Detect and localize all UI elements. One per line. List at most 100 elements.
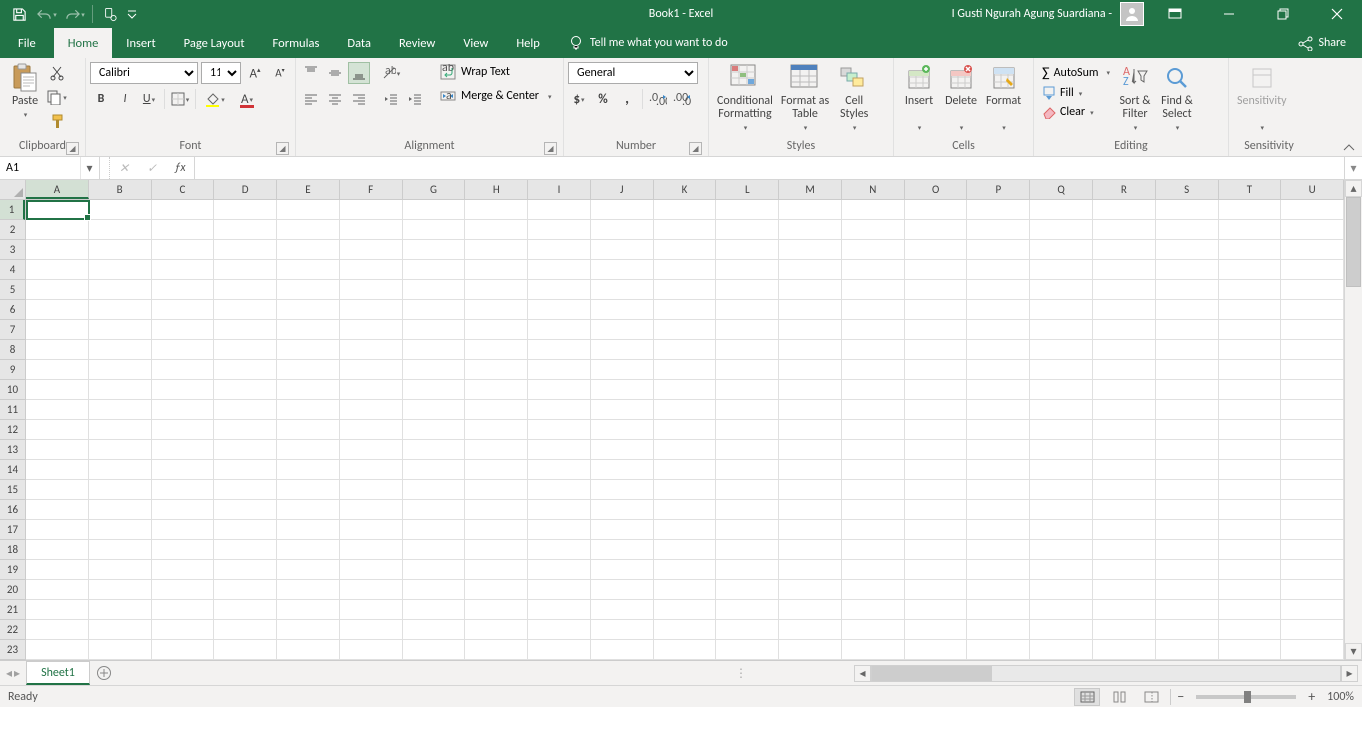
column-header-U[interactable]: U [1281, 180, 1344, 199]
cell-J11[interactable] [591, 400, 654, 420]
cell-T2[interactable] [1219, 220, 1282, 240]
font-name-select[interactable]: Calibri [90, 62, 198, 84]
cell-A4[interactable] [26, 260, 89, 280]
cell-B1[interactable] [89, 200, 152, 220]
cell-L16[interactable] [716, 500, 779, 520]
cell-B8[interactable] [89, 340, 152, 360]
cell-R11[interactable] [1093, 400, 1156, 420]
cell-R3[interactable] [1093, 240, 1156, 260]
clear-button[interactable]: Clear▾ [1038, 103, 1114, 121]
cell-R15[interactable] [1093, 480, 1156, 500]
column-header-G[interactable]: G [403, 180, 466, 199]
cell-Q5[interactable] [1030, 280, 1093, 300]
cell-J14[interactable] [591, 460, 654, 480]
cell-U18[interactable] [1281, 540, 1344, 560]
cell-O4[interactable] [905, 260, 968, 280]
cell-M20[interactable] [779, 580, 842, 600]
cell-F21[interactable] [340, 600, 403, 620]
cell-G10[interactable] [403, 380, 466, 400]
cell-D12[interactable] [214, 420, 277, 440]
align-bottom-button[interactable] [348, 62, 370, 84]
cell-G23[interactable] [403, 640, 466, 660]
cell-H19[interactable] [465, 560, 528, 580]
copy-button[interactable]: ▾ [46, 86, 68, 108]
cell-C3[interactable] [152, 240, 215, 260]
cell-P3[interactable] [967, 240, 1030, 260]
cell-D16[interactable] [214, 500, 277, 520]
cell-B12[interactable] [89, 420, 152, 440]
cell-H1[interactable] [465, 200, 528, 220]
cell-Q16[interactable] [1030, 500, 1093, 520]
fill-color-button[interactable]: ▾ [200, 88, 230, 110]
row-header-11[interactable]: 11 [0, 400, 25, 420]
cell-H21[interactable] [465, 600, 528, 620]
cell-A18[interactable] [26, 540, 89, 560]
cell-B14[interactable] [89, 460, 152, 480]
cell-P19[interactable] [967, 560, 1030, 580]
cell-R8[interactable] [1093, 340, 1156, 360]
cell-I5[interactable] [528, 280, 591, 300]
cell-H3[interactable] [465, 240, 528, 260]
cell-M3[interactable] [779, 240, 842, 260]
cell-J7[interactable] [591, 320, 654, 340]
cell-R13[interactable] [1093, 440, 1156, 460]
cell-U13[interactable] [1281, 440, 1344, 460]
cell-I13[interactable] [528, 440, 591, 460]
cell-T9[interactable] [1219, 360, 1282, 380]
cell-S11[interactable] [1156, 400, 1219, 420]
cell-T4[interactable] [1219, 260, 1282, 280]
cell-H5[interactable] [465, 280, 528, 300]
customize-qat-icon[interactable] [125, 2, 139, 26]
cell-K8[interactable] [654, 340, 717, 360]
cell-E22[interactable] [277, 620, 340, 640]
cell-N5[interactable] [842, 280, 905, 300]
cell-Q6[interactable] [1030, 300, 1093, 320]
cell-E5[interactable] [277, 280, 340, 300]
cell-H10[interactable] [465, 380, 528, 400]
cell-D6[interactable] [214, 300, 277, 320]
cell-S9[interactable] [1156, 360, 1219, 380]
cell-K5[interactable] [654, 280, 717, 300]
cell-U12[interactable] [1281, 420, 1344, 440]
cell-T13[interactable] [1219, 440, 1282, 460]
row-header-22[interactable]: 22 [0, 620, 25, 640]
cell-F16[interactable] [340, 500, 403, 520]
cell-K16[interactable] [654, 500, 717, 520]
cell-R12[interactable] [1093, 420, 1156, 440]
comma-format-button[interactable]: , [616, 88, 638, 110]
cell-J12[interactable] [591, 420, 654, 440]
cell-F8[interactable] [340, 340, 403, 360]
cell-U15[interactable] [1281, 480, 1344, 500]
cell-B20[interactable] [89, 580, 152, 600]
increase-decimal-button[interactable]: .0.00 [647, 88, 669, 110]
align-center-button[interactable] [324, 88, 346, 110]
cell-Q20[interactable] [1030, 580, 1093, 600]
cell-I6[interactable] [528, 300, 591, 320]
cell-J20[interactable] [591, 580, 654, 600]
cell-P13[interactable] [967, 440, 1030, 460]
cell-S6[interactable] [1156, 300, 1219, 320]
cell-S13[interactable] [1156, 440, 1219, 460]
cell-Q14[interactable] [1030, 460, 1093, 480]
cell-I10[interactable] [528, 380, 591, 400]
accounting-format-button[interactable]: $▾ [568, 88, 590, 110]
cell-T1[interactable] [1219, 200, 1282, 220]
cell-T18[interactable] [1219, 540, 1282, 560]
cell-I19[interactable] [528, 560, 591, 580]
cell-G5[interactable] [403, 280, 466, 300]
cell-S16[interactable] [1156, 500, 1219, 520]
cell-Q7[interactable] [1030, 320, 1093, 340]
cell-O12[interactable] [905, 420, 968, 440]
cell-G18[interactable] [403, 540, 466, 560]
cell-Q17[interactable] [1030, 520, 1093, 540]
cell-I2[interactable] [528, 220, 591, 240]
conditional-formatting-button[interactable]: Conditional Formatting▾ [713, 60, 777, 134]
cell-J23[interactable] [591, 640, 654, 660]
cell-K13[interactable] [654, 440, 717, 460]
cell-L3[interactable] [716, 240, 779, 260]
cell-I4[interactable] [528, 260, 591, 280]
sheet-tab-sheet1[interactable]: Sheet1 [26, 661, 90, 685]
column-header-D[interactable]: D [214, 180, 277, 199]
cell-J15[interactable] [591, 480, 654, 500]
cell-I12[interactable] [528, 420, 591, 440]
